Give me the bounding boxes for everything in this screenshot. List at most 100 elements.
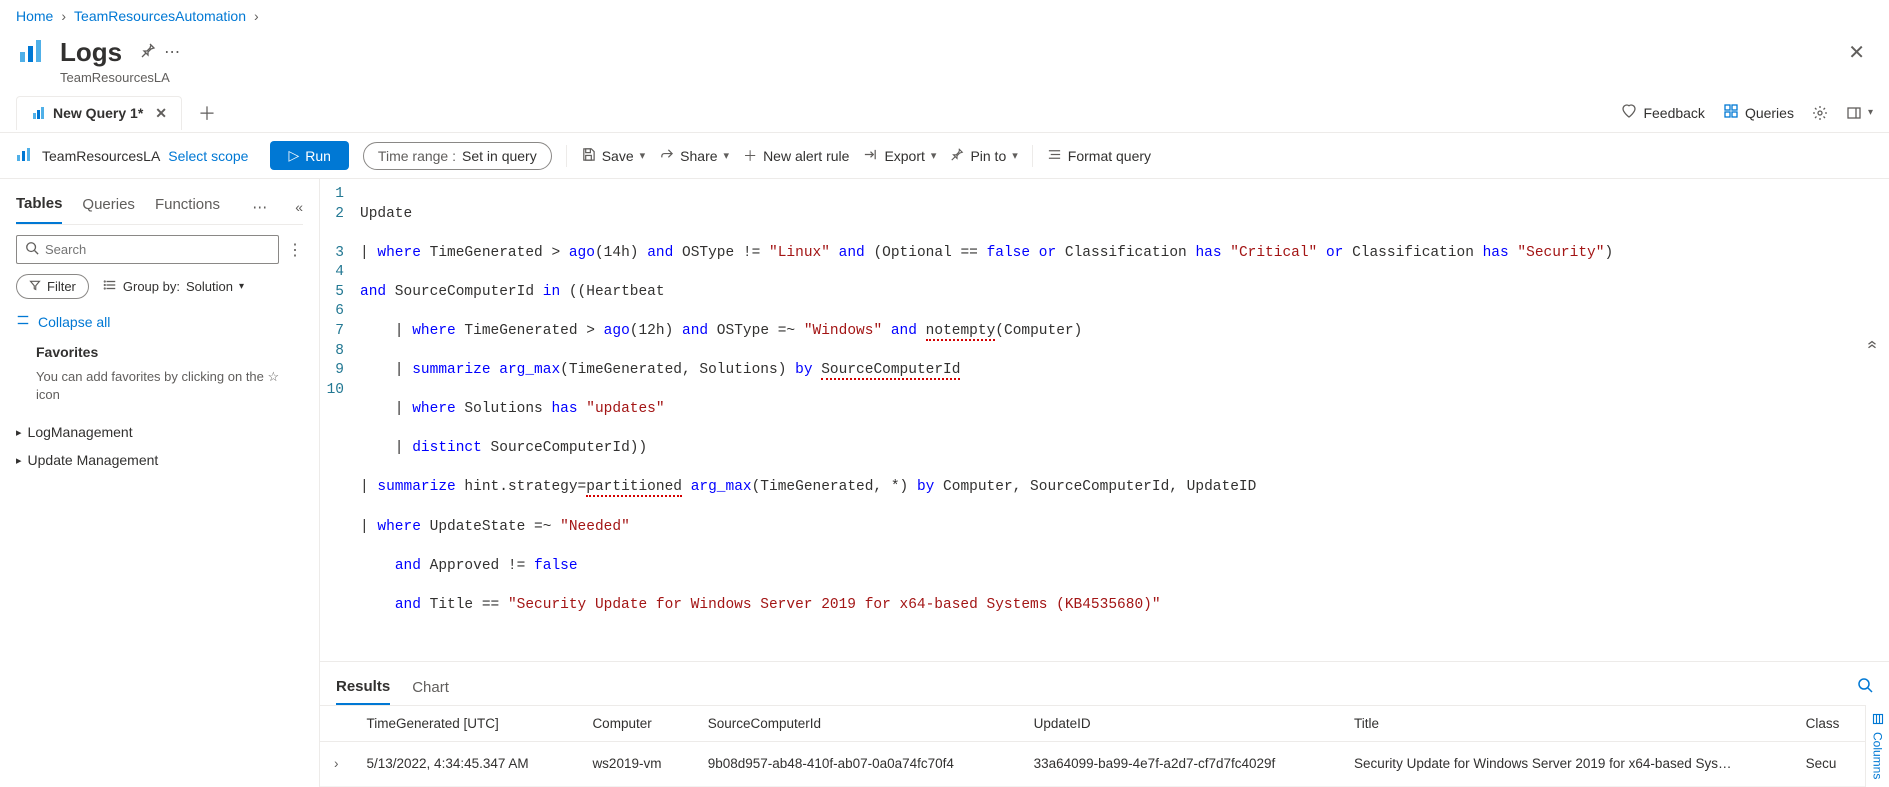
share-label: Share — [680, 148, 717, 164]
col-sourcecomputerid[interactable]: SourceComputerId — [694, 705, 1020, 741]
format-icon — [1047, 147, 1062, 165]
share-button[interactable]: Share ▾ — [659, 147, 729, 165]
chevron-down-icon: ▾ — [1012, 149, 1018, 162]
page-subtitle: TeamResourcesLA — [60, 70, 1889, 93]
panel-icon[interactable]: ▾ — [1846, 105, 1873, 121]
chevron-down-icon: ▾ — [239, 281, 244, 292]
export-label: Export — [884, 148, 924, 164]
chevron-down-icon: ▾ — [724, 149, 730, 162]
time-range-label: Time range : — [378, 148, 456, 164]
cell-classification: Secu — [1792, 741, 1865, 786]
run-button[interactable]: ▷ Run — [270, 141, 348, 170]
query-tab[interactable]: New Query 1* ✕ — [16, 96, 182, 130]
run-label: Run — [305, 148, 331, 164]
col-title[interactable]: Title — [1340, 705, 1792, 741]
close-icon[interactable]: ✕ — [1848, 40, 1873, 65]
heart-icon — [1621, 103, 1637, 122]
tree-item-updatemanagement[interactable]: ▸Update Management — [16, 446, 303, 474]
col-timegenerated[interactable]: TimeGenerated [UTC] — [353, 705, 579, 741]
results-tab-results[interactable]: Results — [336, 670, 390, 705]
pin-icon[interactable] — [140, 42, 156, 63]
save-icon — [581, 147, 596, 165]
feedback-button[interactable]: Feedback — [1621, 103, 1704, 122]
add-tab-button[interactable]: ＋ — [190, 96, 224, 130]
chevron-right-icon: › — [254, 8, 259, 24]
queries-label: Queries — [1745, 105, 1794, 121]
columns-label: Columns — [1871, 732, 1885, 779]
log-analytics-icon — [16, 36, 48, 68]
results-table: TimeGenerated [UTC] Computer SourceCompu… — [320, 705, 1865, 787]
results-tab-chart[interactable]: Chart — [412, 671, 449, 704]
scope-name: TeamResourcesLA — [42, 148, 160, 164]
group-by-value: Solution — [186, 279, 233, 294]
tree-label: Update Management — [28, 452, 159, 468]
save-button[interactable]: Save ▾ — [581, 147, 645, 165]
sidebar: Tables Queries Functions ⋯ « ⋮ Filter Gr… — [0, 179, 320, 787]
table-header-row: TimeGenerated [UTC] Computer SourceCompu… — [320, 705, 1865, 741]
breadcrumb-resource[interactable]: TeamResourcesAutomation — [74, 8, 246, 24]
share-icon — [659, 147, 674, 165]
results-tab-bar: Results Chart — [320, 661, 1889, 705]
collapse-all-link[interactable]: Collapse all — [16, 313, 303, 330]
divider — [1032, 145, 1033, 167]
search-input[interactable] — [45, 242, 270, 257]
cell-computer: ws2019-vm — [578, 741, 693, 786]
plus-icon: ＋ — [743, 146, 757, 166]
col-classification[interactable]: Class — [1792, 705, 1865, 741]
chevron-down-icon: ▾ — [931, 149, 937, 162]
columns-icon — [1872, 713, 1884, 728]
tree-label: LogManagement — [28, 424, 133, 440]
col-updateid[interactable]: UpdateID — [1020, 705, 1340, 741]
new-alert-button[interactable]: ＋New alert rule — [743, 146, 849, 166]
select-scope-link[interactable]: Select scope — [168, 148, 248, 164]
collapse-sidebar-icon[interactable]: « — [295, 199, 303, 215]
table-row[interactable]: › 5/13/2022, 4:34:45.347 AM ws2019-vm 9b… — [320, 741, 1865, 786]
pin-icon — [950, 147, 964, 164]
cell-updateid: 33a64099-ba99-4e7f-a2d7-cf7d7fc4029f — [1020, 741, 1340, 786]
log-analytics-icon — [31, 105, 47, 121]
group-by-dropdown[interactable]: Group by: Solution ▾ — [103, 278, 244, 295]
filter-label: Filter — [47, 279, 76, 294]
page-title: Logs — [60, 37, 122, 68]
sidebar-tab-functions[interactable]: Functions — [155, 190, 220, 223]
chevron-down-icon: ▾ — [640, 149, 646, 162]
sidebar-tab-queries[interactable]: Queries — [82, 190, 135, 223]
results-search-icon[interactable] — [1857, 677, 1873, 698]
divider — [566, 145, 567, 167]
sidebar-more-icon[interactable]: ⋯ — [252, 198, 269, 216]
close-tab-icon[interactable]: ✕ — [155, 105, 167, 122]
queries-button[interactable]: Queries — [1723, 103, 1794, 122]
format-query-button[interactable]: Format query — [1047, 147, 1151, 165]
log-analytics-icon — [16, 147, 34, 165]
sidebar-tab-tables[interactable]: Tables — [16, 189, 62, 224]
cell-source: 9b08d957-ab48-410f-ab07-0a0a74fc70f4 — [694, 741, 1020, 786]
group-by-label: Group by: — [123, 279, 180, 294]
search-more-icon[interactable]: ⋮ — [287, 240, 303, 260]
collapse-editor-icon[interactable] — [1865, 339, 1879, 356]
feedback-label: Feedback — [1643, 105, 1704, 121]
save-label: Save — [602, 148, 634, 164]
expand-row-icon[interactable]: › — [320, 741, 353, 786]
filter-icon — [29, 279, 41, 294]
time-range-picker[interactable]: Time range : Set in query — [363, 142, 552, 170]
cell-title: Security Update for Windows Server 2019 … — [1340, 741, 1792, 786]
pin-to-button[interactable]: Pin to▾ — [950, 147, 1017, 164]
collapse-icon — [16, 313, 30, 330]
format-label: Format query — [1068, 148, 1151, 164]
export-button[interactable]: Export ▾ — [863, 147, 936, 165]
columns-panel-toggle[interactable]: Columns — [1865, 705, 1889, 787]
line-gutter: 12 345678910 — [320, 185, 360, 655]
code-lines[interactable]: Update | where TimeGenerated > ago(14h) … — [360, 185, 1879, 655]
search-input-wrapper[interactable] — [16, 235, 279, 264]
query-tab-bar: New Query 1* ✕ ＋ Feedback Queries ▾ — [0, 93, 1889, 133]
query-tab-label: New Query 1* — [53, 105, 143, 121]
more-icon[interactable]: ⋯ — [164, 42, 180, 62]
search-icon — [25, 241, 39, 258]
tree-item-logmanagement[interactable]: ▸LogManagement — [16, 418, 303, 446]
query-editor[interactable]: 12 345678910 Update | where TimeGenerate… — [320, 179, 1889, 661]
breadcrumb-home[interactable]: Home — [16, 8, 53, 24]
filter-button[interactable]: Filter — [16, 274, 89, 299]
col-computer[interactable]: Computer — [578, 705, 693, 741]
settings-icon[interactable] — [1812, 105, 1828, 121]
queries-icon — [1723, 103, 1739, 122]
